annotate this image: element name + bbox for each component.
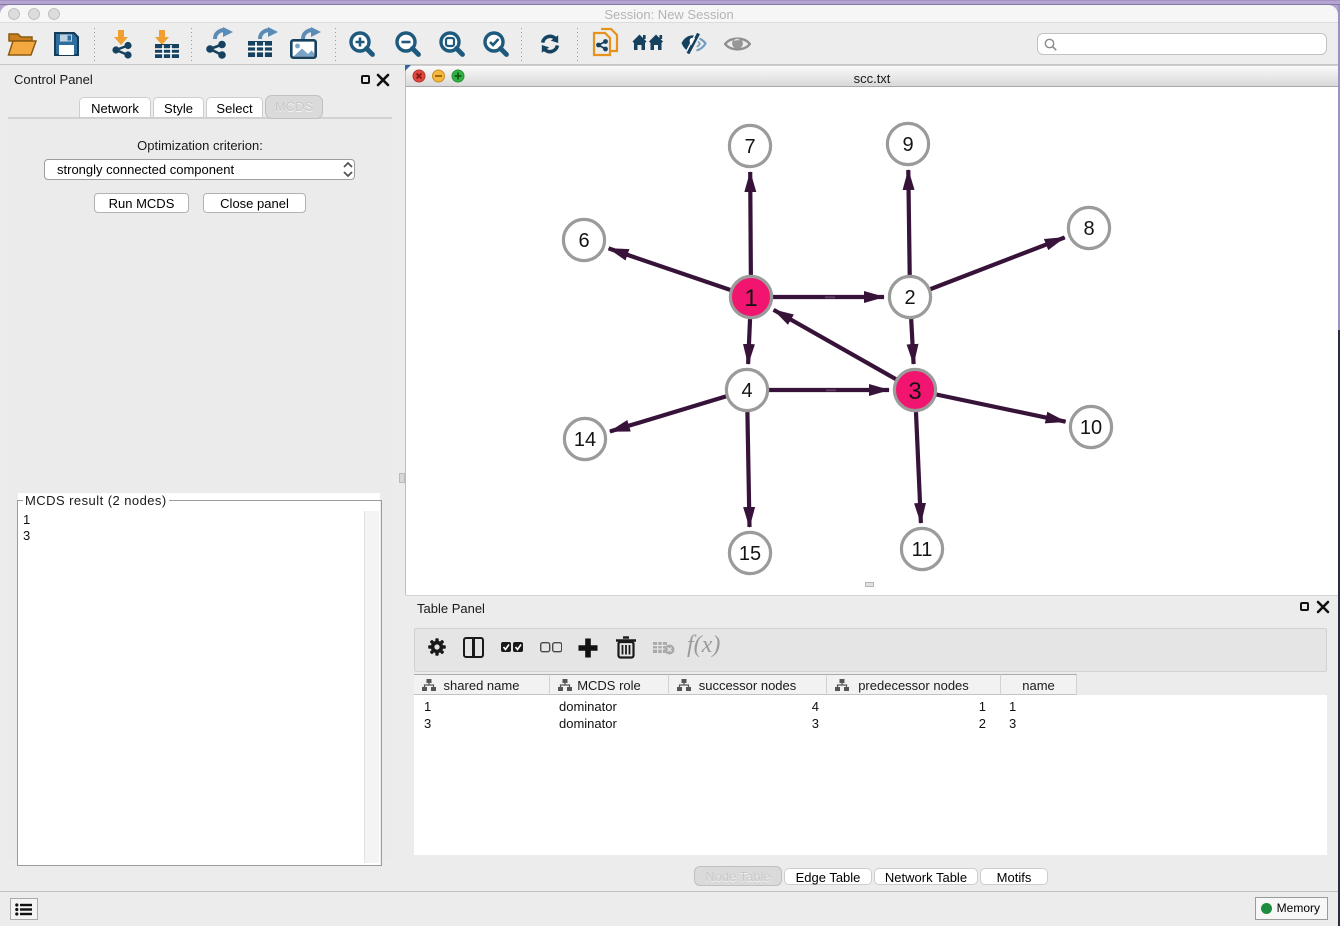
svg-text:14: 14 <box>574 429 596 451</box>
svg-text:1: 1 <box>744 285 757 312</box>
svg-text:7: 7 <box>744 136 755 158</box>
svg-text:15: 15 <box>739 543 761 565</box>
svg-text:9: 9 <box>902 134 913 156</box>
svg-text:6: 6 <box>578 230 589 252</box>
svg-text:10: 10 <box>1080 417 1102 439</box>
svg-text:11: 11 <box>912 539 933 561</box>
svg-text:2: 2 <box>904 287 915 309</box>
svg-text:3: 3 <box>908 378 921 405</box>
svg-text:8: 8 <box>1083 218 1094 240</box>
svg-text:4: 4 <box>741 380 752 402</box>
